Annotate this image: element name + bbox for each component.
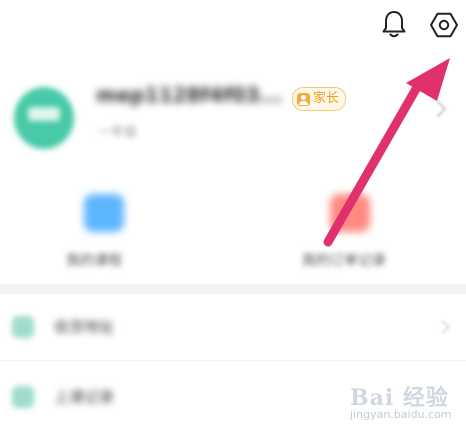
chevron-right-icon [435, 319, 451, 335]
list-item-label: 收货地址 [54, 318, 115, 336]
role-badge: 家长 [292, 87, 347, 111]
quick-actions: 我的课程 我的订单记录 [0, 188, 466, 278]
section-divider [0, 284, 466, 294]
quick-action-label[interactable]: 我的课程 [66, 250, 122, 270]
bell-icon[interactable] [380, 9, 408, 39]
list-item-label: 上课记录 [54, 388, 115, 406]
watermark-url: jingyan.baidu.com [350, 408, 452, 421]
parent-icon [297, 92, 310, 106]
record-icon [12, 386, 34, 408]
book-icon[interactable] [84, 194, 124, 232]
top-bar [0, 0, 466, 50]
quick-action-label[interactable]: 我的订单记录 [302, 250, 386, 270]
profile-subtext: 一年级 [98, 125, 138, 140]
avatar[interactable] [14, 87, 74, 149]
watermark: Bai 经验 jingyan.baidu.com [344, 376, 462, 428]
profile-screen: mep1128f4f03... 一年级 家长 我的课程 我的订单记录 收货地址 … [0, 0, 466, 431]
username: mep1128f4f03... [96, 83, 283, 107]
chevron-right-icon[interactable] [429, 100, 447, 118]
order-icon[interactable] [330, 194, 370, 232]
list-item[interactable]: 收货地址 [0, 294, 466, 361]
settings-icon[interactable] [428, 9, 460, 41]
location-icon [12, 316, 34, 338]
profile-card[interactable]: mep1128f4f03... 一年级 家长 [0, 65, 466, 165]
role-badge-label: 家长 [313, 91, 340, 106]
